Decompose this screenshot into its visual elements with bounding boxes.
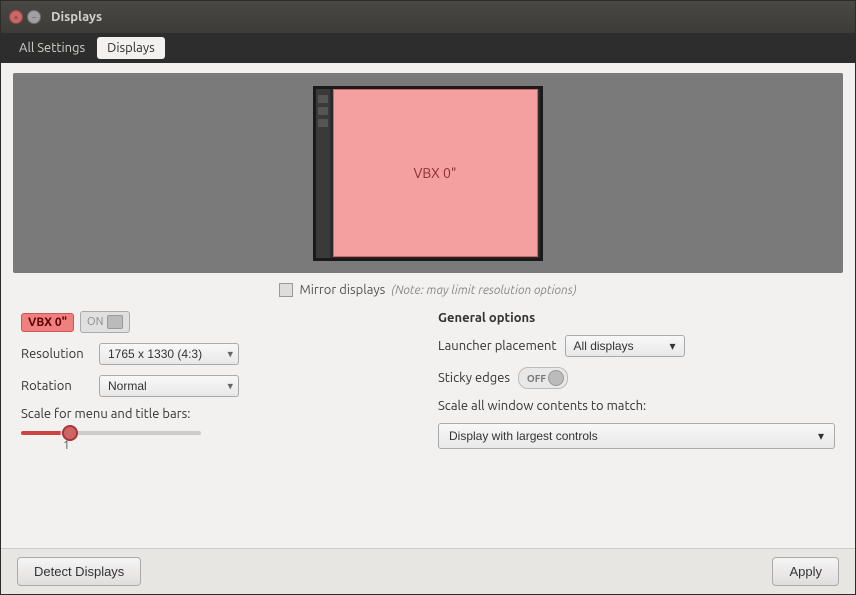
display-largest-controls-button[interactable]: Display with largest controls ▾ (438, 423, 835, 449)
bottom-bar: Detect Displays Apply (1, 548, 855, 594)
monitor-dot-1 (318, 95, 328, 103)
monitor-dot-3 (318, 119, 328, 127)
resolution-select-wrapper: 1765 x 1330 (4:3) (99, 343, 239, 365)
launcher-value: All displays (574, 339, 634, 353)
rotation-select-wrapper: Normal 90° 180° 270° (99, 375, 239, 397)
display-preview: VBX 0" (13, 73, 843, 273)
scale-slider[interactable] (21, 431, 201, 435)
apply-button[interactable]: Apply (772, 557, 839, 586)
menu-displays[interactable]: Displays (97, 37, 165, 59)
rotation-label: Rotation (21, 379, 91, 393)
mirror-note: (Note: may limit resolution options) (391, 284, 576, 297)
detect-displays-button[interactable]: Detect Displays (17, 557, 141, 586)
launcher-dropdown-icon: ▾ (670, 339, 676, 353)
sticky-toggle[interactable]: OFF (518, 367, 568, 389)
scale-label: Scale for menu and title bars: (21, 407, 418, 421)
general-options-title: General options (438, 311, 835, 325)
on-toggle[interactable]: ON (80, 311, 130, 333)
window: × − Displays All Settings Displays VBX 0… (0, 0, 856, 595)
sticky-toggle-circle (548, 370, 564, 386)
mirror-label: Mirror displays (299, 283, 385, 297)
sticky-row: Sticky edges OFF (438, 367, 835, 389)
menu-all-settings[interactable]: All Settings (9, 37, 95, 59)
rotation-select[interactable]: Normal 90° 180° 270° (99, 375, 239, 397)
resolution-label: Resolution (21, 347, 91, 361)
monitor-outer: VBX 0" (313, 86, 543, 261)
launcher-row: Launcher placement All displays ▾ (438, 335, 835, 357)
resolution-row: Resolution 1765 x 1330 (4:3) (21, 343, 418, 365)
right-column: General options Launcher placement All d… (438, 311, 835, 452)
settings-grid: VBX 0" ON Resolution 1765 x 1330 (4:3) (21, 311, 835, 452)
mirror-row: Mirror displays (Note: may limit resolut… (1, 283, 855, 297)
monitor-screen[interactable]: VBX 0" (333, 89, 538, 257)
controls-area: VBX 0" ON Resolution 1765 x 1330 (4:3) (1, 311, 855, 548)
display-tag-row: VBX 0" ON (21, 311, 418, 333)
launcher-button[interactable]: All displays ▾ (565, 335, 685, 357)
monitor-label: VBX 0" (414, 165, 457, 181)
window-title: Displays (51, 10, 102, 24)
launcher-label: Launcher placement (438, 339, 557, 353)
menubar: All Settings Displays (1, 33, 855, 63)
display-largest-controls-icon: ▾ (818, 429, 824, 443)
titlebar: × − Displays (1, 1, 855, 33)
minimize-button[interactable]: − (27, 10, 41, 24)
scale-window-label: Scale all window contents to match: (438, 399, 835, 413)
display-tag: VBX 0" (21, 313, 74, 332)
monitor-left-bar (316, 89, 330, 258)
sticky-label: Sticky edges (438, 371, 510, 385)
toggle-knob (107, 315, 123, 329)
close-button[interactable]: × (9, 10, 23, 24)
mirror-checkbox[interactable] (279, 283, 293, 297)
on-label: ON (87, 316, 103, 328)
sticky-value: OFF (527, 373, 548, 384)
scale-value: 1 (63, 439, 70, 452)
left-column: VBX 0" ON Resolution 1765 x 1330 (4:3) (21, 311, 418, 452)
resolution-select[interactable]: 1765 x 1330 (4:3) (99, 343, 239, 365)
monitor-dot-2 (318, 107, 328, 115)
display-largest-controls-value: Display with largest controls (449, 429, 598, 443)
rotation-row: Rotation Normal 90° 180° 270° (21, 375, 418, 397)
scale-slider-row: 1 (21, 431, 418, 452)
titlebar-buttons: × − (9, 10, 41, 24)
